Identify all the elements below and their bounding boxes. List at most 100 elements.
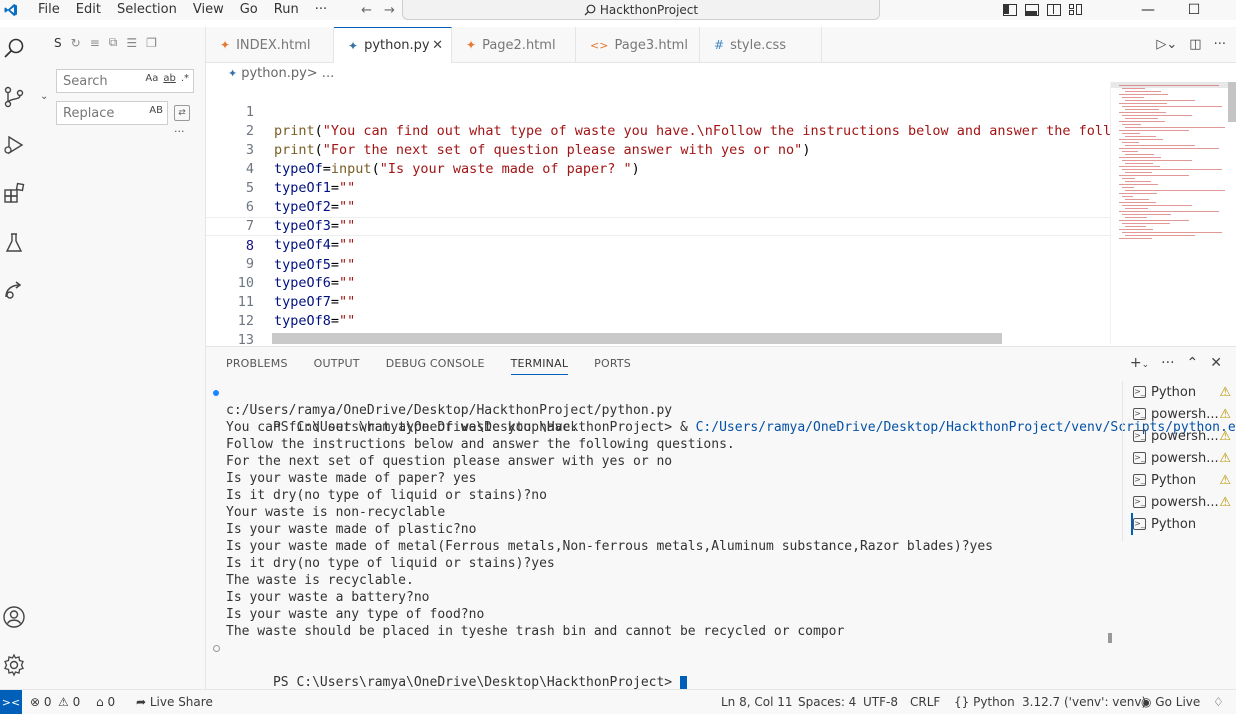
- code-line: 12 typeOf9="": [237, 313, 356, 344]
- toggle-secondary-sidebar-icon[interactable]: [1047, 4, 1061, 16]
- command-success-decoration[interactable]: [213, 390, 219, 396]
- cursor-position[interactable]: Ln 8, Col 11: [721, 690, 793, 714]
- search-input[interactable]: Search Aa ab .*: [56, 69, 194, 93]
- indentation[interactable]: Spaces: 4: [798, 690, 856, 714]
- problems-errors[interactable]: ⊗ 0: [30, 690, 52, 714]
- nav-back-icon[interactable]: ←: [355, 3, 378, 18]
- terminal-line: c:/Users/ramya/OneDrive/Desktop/Hackthon…: [226, 403, 673, 418]
- replace-all-icon[interactable]: ⇄: [174, 105, 190, 121]
- preserve-case-icon[interactable]: AB: [149, 105, 163, 116]
- menu-selection[interactable]: Selection: [109, 0, 185, 20]
- tab-problems[interactable]: PROBLEMS: [226, 357, 288, 375]
- notifications-bell-icon[interactable]: ♢: [1213, 690, 1224, 714]
- terminal-item[interactable]: >_ powersh... ⚠: [1133, 425, 1233, 447]
- live-share-button[interactable]: ➦ Live Share: [136, 690, 213, 714]
- file-encoding[interactable]: UTF-8: [863, 690, 898, 714]
- customize-layout-icon[interactable]: [1069, 4, 1083, 16]
- search-icon[interactable]: [2, 37, 26, 61]
- close-panel-icon[interactable]: ✕: [1210, 355, 1222, 371]
- toggle-replace-chevron-icon[interactable]: ⌄: [40, 91, 48, 102]
- remote-explorer-icon[interactable]: [2, 279, 26, 303]
- maximize-button[interactable]: ☐: [1171, 2, 1217, 18]
- more-options-icon[interactable]: ···: [174, 125, 185, 138]
- new-terminal-icon[interactable]: +⌄: [1130, 355, 1149, 371]
- sidebar-search-view: S ↻ ≡ ⧉ ☰ ❐ ⌄ Search Aa ab .* Replace AB…: [28, 27, 206, 689]
- tab-page3-html[interactable]: <> Page3.html: [576, 27, 700, 63]
- menu-file[interactable]: File: [30, 0, 68, 20]
- account-icon[interactable]: [2, 605, 26, 629]
- source-control-icon[interactable]: [2, 85, 26, 109]
- language-mode[interactable]: {} Python: [954, 690, 1015, 714]
- menu-view[interactable]: View: [185, 0, 232, 20]
- command-pending-decoration[interactable]: [213, 645, 220, 652]
- minimap-line: [1122, 133, 1140, 134]
- tab-output[interactable]: OUTPUT: [314, 357, 360, 375]
- ports-indicator[interactable]: ⌂ 0: [96, 690, 115, 714]
- minimap-line: [1125, 235, 1195, 236]
- close-tab-icon[interactable]: ✕: [432, 38, 443, 53]
- minimap-line: [1119, 148, 1219, 149]
- terminal-item[interactable]: >_ powersh... ⚠: [1133, 403, 1233, 425]
- match-case-icon[interactable]: Aa: [145, 73, 158, 84]
- minimap-line: [1122, 196, 1133, 197]
- minimap-line: [1119, 121, 1165, 122]
- breadcrumb-file[interactable]: python.py: [241, 66, 307, 81]
- terminal-output[interactable]: PS C:\Users\ramya\OneDrive\Desktop\Hackt…: [213, 385, 1236, 690]
- terminal-item[interactable]: >_ powersh... ⚠: [1133, 447, 1233, 469]
- toggle-primary-sidebar-icon[interactable]: [1003, 4, 1017, 16]
- collapse-all-icon[interactable]: ❐: [146, 36, 157, 50]
- run-python-file-icon[interactable]: ▷⌄: [1156, 37, 1177, 52]
- run-debug-icon[interactable]: [2, 133, 26, 157]
- replace-input[interactable]: Replace AB: [56, 101, 168, 125]
- view-as-tree-icon[interactable]: ☰: [126, 36, 137, 50]
- end-of-line[interactable]: CRLF: [910, 690, 940, 714]
- minimap-line: [1125, 217, 1147, 218]
- menu-edit[interactable]: Edit: [68, 0, 109, 20]
- panel-more-icon[interactable]: ···: [1161, 355, 1174, 371]
- settings-gear-icon[interactable]: [2, 653, 26, 677]
- nav-forward-icon[interactable]: →: [378, 3, 401, 18]
- python-interpreter[interactable]: 3.12.7 ('venv': venv): [1022, 690, 1146, 714]
- problems-warnings[interactable]: ⚠ 0: [58, 690, 80, 714]
- minimap[interactable]: [1110, 82, 1229, 344]
- minimap-line: [1122, 106, 1222, 107]
- tab-index-html[interactable]: ✦ INDEX.html: [206, 27, 334, 63]
- menu-run[interactable]: Run: [266, 0, 307, 20]
- tab-debug-console[interactable]: DEBUG CONSOLE: [386, 357, 485, 375]
- tab-style-css[interactable]: # style.css: [700, 27, 822, 63]
- code-editor[interactable]: 1 print("You can find out what type of w…: [206, 82, 1110, 344]
- terminal-item[interactable]: >_ Python ⚠: [1133, 469, 1233, 491]
- editor-scrollbar[interactable]: [1228, 82, 1236, 122]
- terminal-scrollbar[interactable]: [1108, 633, 1112, 643]
- maximize-panel-icon[interactable]: ⌃: [1187, 355, 1199, 371]
- close-window-button[interactable]: ✕: [1217, 2, 1236, 18]
- menu-go[interactable]: Go: [232, 0, 266, 20]
- clear-results-icon[interactable]: ≡: [90, 36, 100, 50]
- tab-terminal[interactable]: TERMINAL: [510, 357, 569, 375]
- editor-more-actions-icon[interactable]: ···: [1214, 37, 1226, 52]
- minimize-button[interactable]: —: [1125, 2, 1171, 18]
- warning-icon: ⚠: [1219, 494, 1231, 510]
- use-regex-icon[interactable]: .*: [181, 73, 189, 84]
- match-whole-word-icon[interactable]: ab: [163, 73, 175, 84]
- terminal-item[interactable]: >_ powersh... ⚠: [1133, 491, 1233, 513]
- command-center[interactable]: HackthonProject: [402, 0, 880, 20]
- terminal-line: Is it dry(no type of liquid or stains)?n…: [226, 488, 547, 503]
- minimap-line: [1122, 232, 1222, 233]
- terminal-item[interactable]: >_ Python ⚠: [1133, 381, 1233, 403]
- toggle-panel-icon[interactable]: [1025, 4, 1039, 16]
- tab-page2-html[interactable]: ✦ Page2.html: [452, 27, 576, 63]
- tab-ports[interactable]: PORTS: [594, 357, 631, 375]
- extensions-icon[interactable]: [2, 181, 26, 205]
- remote-indicator-icon[interactable]: ><: [0, 690, 22, 714]
- terminal-item-active[interactable]: >_ Python: [1131, 513, 1231, 535]
- menu-more[interactable]: ···: [307, 0, 335, 20]
- testing-flask-icon[interactable]: [2, 231, 26, 255]
- minimap-line: [1122, 124, 1141, 125]
- tab-python-py[interactable]: ✦ python.py ✕: [334, 27, 452, 63]
- breadcrumb-rest[interactable]: > ...: [307, 66, 334, 81]
- new-search-editor-icon[interactable]: ⧉: [109, 35, 118, 50]
- refresh-icon[interactable]: ↻: [71, 36, 81, 50]
- go-live-button[interactable]: ◉ Go Live: [1141, 690, 1200, 714]
- split-editor-icon[interactable]: ◫: [1189, 37, 1201, 52]
